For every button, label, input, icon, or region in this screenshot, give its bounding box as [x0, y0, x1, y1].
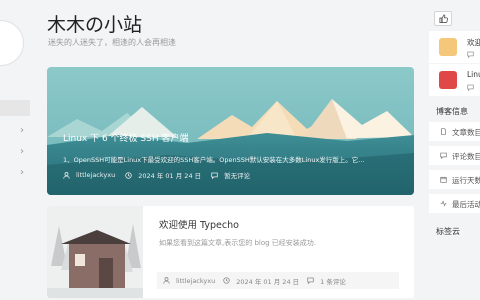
- blog-info-title: 博客信息: [436, 107, 468, 116]
- right-sidebar: 欢迎 Linu 博客信息 文章数目 评论数目 运行天数 最后活动 标签云: [429, 0, 480, 300]
- clock-icon: [125, 171, 132, 179]
- comment-icon: [440, 152, 447, 159]
- post-comments[interactable]: 1 条评论: [320, 276, 346, 286]
- featured-excerpt: 1、OpenSSH可能是Linux下最受欢迎的SSH客户端。OpenSSH默认安…: [63, 156, 365, 164]
- featured-title[interactable]: Linux 下 6 个终极 SSH 客户端: [63, 131, 188, 144]
- clock-icon: [223, 277, 230, 284]
- document-icon: [441, 128, 446, 135]
- featured-post[interactable]: Linux 下 6 个终极 SSH 客户端 1、OpenSSH可能是Linux下…: [47, 67, 414, 195]
- like-button[interactable]: [434, 11, 452, 26]
- post-author[interactable]: littlejackyxu: [176, 277, 215, 285]
- recent-post-1-thumb: [439, 38, 457, 56]
- nav-item-1[interactable]: [0, 100, 30, 116]
- info-item-comments: 评论数目: [429, 146, 480, 165]
- comment-icon: [467, 51, 474, 58]
- info-label-activity: 最后活动: [452, 200, 480, 209]
- featured-comments[interactable]: 暂无评论: [224, 170, 250, 180]
- avatar[interactable]: [0, 20, 24, 66]
- post-card[interactable]: 欢迎使用 Typecho 如果您看到这篇文章,表示您的 blog 已经安装成功.…: [47, 206, 414, 298]
- chevron-right-icon: ›: [20, 167, 24, 178]
- info-item-activity: 最后活动: [429, 194, 480, 213]
- tag-cloud-title: 标签云: [436, 227, 460, 236]
- recent-post-2[interactable]: Linu: [429, 64, 480, 96]
- comment-icon: [211, 172, 218, 179]
- recent-post-1-title[interactable]: 欢迎: [467, 37, 480, 48]
- info-item-days: 运行天数: [429, 170, 480, 189]
- post-title[interactable]: 欢迎使用 Typecho: [159, 217, 239, 231]
- chevron-right-icon: ›: [20, 146, 24, 157]
- comment-icon: [307, 277, 314, 284]
- info-label-days: 运行天数: [452, 176, 480, 185]
- calendar-icon: [440, 176, 447, 183]
- recent-post-2-title[interactable]: Linu: [467, 70, 480, 79]
- featured-meta: littlejackyxu 2024 年 01 月 24 日 暂无评论: [63, 170, 260, 180]
- recent-post-1[interactable]: 欢迎: [429, 31, 480, 63]
- featured-date: 2024 年 01 月 24 日: [138, 172, 202, 180]
- nav-item-4[interactable]: ›: [0, 165, 30, 181]
- recent-post-2-thumb: [439, 71, 457, 89]
- nav-item-2[interactable]: ›: [0, 123, 30, 139]
- site-title[interactable]: 木木の小站: [47, 10, 142, 37]
- comment-icon: [467, 84, 474, 91]
- post-date: 2024 年 01 月 24 日: [236, 277, 300, 286]
- user-icon: [163, 277, 170, 284]
- user-icon: [63, 171, 70, 179]
- site-subtitle: 迷失的人迷失了，相逢的人会再相逢: [48, 38, 176, 47]
- info-label-posts: 文章数目: [452, 128, 480, 137]
- post-thumbnail: [47, 206, 143, 298]
- featured-author[interactable]: littlejackyxu: [76, 171, 115, 179]
- thumbs-up-icon: [438, 14, 448, 23]
- info-item-posts: 文章数目: [429, 122, 480, 141]
- info-label-comments: 评论数目: [452, 152, 480, 161]
- left-sidebar: › › ›: [0, 0, 34, 300]
- nav-item-3[interactable]: ›: [0, 144, 30, 160]
- activity-icon: [440, 200, 447, 207]
- post-excerpt: 如果您看到这篇文章,表示您的 blog 已经安装成功.: [159, 239, 317, 247]
- post-meta: littlejackyxu 2024 年 01 月 24 日 1 条评论: [157, 272, 399, 289]
- chevron-right-icon: ›: [20, 125, 24, 136]
